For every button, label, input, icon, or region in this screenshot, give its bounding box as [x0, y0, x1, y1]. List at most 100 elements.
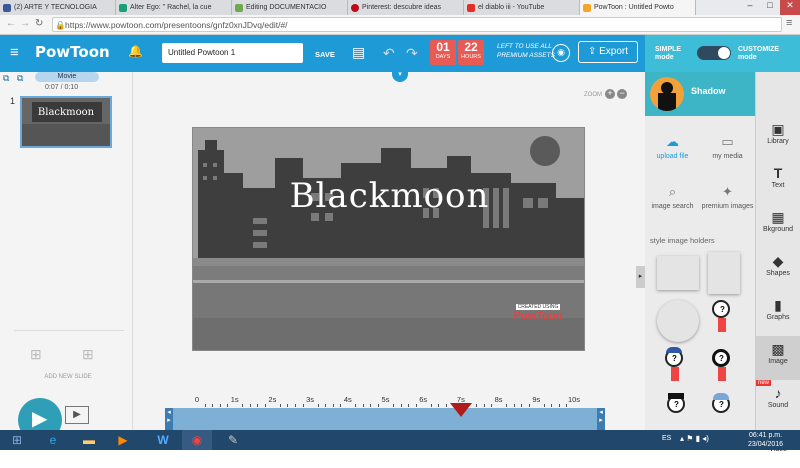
character-girl-dark-hair[interactable]: ? — [710, 347, 734, 389]
word-icon[interactable]: W — [148, 430, 178, 450]
add-new-slide-label[interactable]: ADD NEW SLIDE — [28, 374, 108, 380]
tray-icons[interactable]: ▴ ⚑ ▮ ◂) — [680, 434, 709, 443]
timeline-tick-label: 0 — [194, 395, 200, 404]
lock-icon: 🔒 — [55, 20, 66, 30]
timeline-tick-label: 5s — [381, 395, 390, 404]
url-input[interactable]: 🔒 https://www.powtoon.com/presentoons/gn… — [52, 17, 782, 32]
presentation-title-input[interactable]: Untitled Powtoon 1 — [162, 43, 303, 63]
sidebar-item-text[interactable]: T Text — [756, 160, 800, 204]
forward-arrow-icon[interactable]: → — [20, 18, 30, 29]
image-search-tile[interactable]: ⌕ image search — [645, 176, 700, 231]
document-icon[interactable]: ▤ — [352, 44, 365, 61]
timeline-minor-tick — [332, 404, 334, 407]
redo-icon[interactable]: ↷ — [406, 45, 418, 62]
start-button-icon[interactable]: ⊞ — [2, 430, 32, 450]
hamburger-menu-icon[interactable]: ≡ — [10, 44, 19, 61]
add-blank-slide-icon[interactable]: ⊞ — [82, 346, 94, 363]
image-holder-portrait[interactable] — [708, 252, 740, 294]
upload-file-tile[interactable]: ☁ upload file — [645, 126, 700, 181]
tab-label: (2) ARTE Y TECNOLOGIA — [14, 4, 97, 11]
timeline-minor-tick — [551, 404, 553, 407]
minimize-button[interactable]: – — [740, 0, 760, 15]
expand-panel-icon[interactable]: ▸ — [636, 266, 645, 288]
sidebar-item-label: Shapes — [766, 270, 790, 277]
paint-icon[interactable]: ✎ — [218, 430, 248, 450]
character-boy-spiky[interactable]: ? — [665, 393, 689, 430]
export-button[interactable]: ⇪ Export — [578, 41, 638, 63]
sidebar-item-background[interactable]: ▦ Bkground — [756, 204, 800, 248]
timeline-minor-tick — [475, 404, 477, 407]
timeline-minor-tick — [506, 404, 508, 407]
zoom-in-icon[interactable]: + — [605, 89, 615, 99]
grid-view-icon[interactable]: ⧉ — [3, 73, 9, 84]
timeline-minor-tick — [558, 404, 560, 407]
sidebar-item-library[interactable]: ▣ Library — [756, 116, 800, 160]
save-button[interactable]: SAVE — [315, 50, 335, 59]
sound-icon: ♪ — [774, 385, 782, 401]
browser-tab-active[interactable]: PowToon : Untitled Powto — [580, 0, 696, 15]
sidebar-item-image[interactable]: ▩ Image — [756, 336, 800, 380]
timeline-minor-tick — [317, 404, 319, 407]
menu-icon[interactable]: ≡ — [786, 17, 792, 29]
tab-label: Pinterest: descubre ideas — [362, 4, 441, 11]
youtube-favicon-icon — [467, 3, 475, 12]
slide-title-text[interactable]: Blackmoon — [193, 176, 584, 216]
timeline-minor-tick — [483, 404, 485, 407]
slide-canvas[interactable]: Blackmoon CREATED USING PowToon — [192, 127, 585, 351]
slide-number: 1 — [10, 96, 16, 106]
maximize-button[interactable]: □ — [760, 0, 780, 15]
export-label: Export — [599, 46, 629, 57]
timeline-minor-tick — [212, 404, 214, 407]
customize-mode-label[interactable]: CUSTOMIZE mode — [738, 46, 798, 62]
browser-tab[interactable]: (2) ARTE Y TECNOLOGIA — [0, 0, 116, 15]
character-boy-cap[interactable]: ? — [663, 347, 687, 389]
clock[interactable]: 06:41 p.m. 23/04/2016 — [748, 431, 783, 449]
language-indicator[interactable]: ES — [662, 435, 671, 442]
timeline-track[interactable]: ◂ ▸ ◂ ▸ — [165, 408, 605, 430]
browser-tab[interactable]: Editing DOCUMENTACIO — [232, 0, 348, 15]
undo-icon[interactable]: ↶ — [383, 45, 395, 62]
file-explorer-icon[interactable]: ▬ — [74, 430, 104, 450]
browser-tab[interactable]: Pinterest: descubre ideas — [348, 0, 464, 15]
background-icon: ▦ — [771, 209, 785, 225]
notification-bell-icon[interactable]: 🔔 — [128, 44, 143, 58]
browser-tab[interactable]: Alter Ego: " Rachel, la cue — [116, 0, 232, 15]
slide-thumbnail[interactable]: Blackmoon — [20, 96, 112, 148]
character-selector[interactable]: Shadow — [645, 72, 755, 116]
timeline-playhead[interactable] — [449, 403, 472, 417]
ie-icon[interactable]: e — [38, 430, 68, 450]
sidebar-item-shapes[interactable]: ◆ Shapes — [756, 248, 800, 292]
chrome-icon[interactable]: ◉ — [182, 430, 212, 450]
browser-tab[interactable]: el diablo iii - YouTube — [464, 0, 580, 15]
simple-mode-label[interactable]: SIMPLE mode — [655, 46, 695, 62]
reload-icon[interactable]: ↻ — [35, 18, 43, 29]
add-slide-icon[interactable]: ⊞ — [30, 346, 42, 363]
close-window-button[interactable]: ✕ — [780, 0, 800, 15]
sidebar-item-graphs[interactable]: ▮ Graphs — [756, 292, 800, 336]
premium-images-label: premium images — [701, 203, 754, 210]
back-arrow-icon[interactable]: ← — [6, 18, 16, 29]
movie-mode-dropdown[interactable]: Movie — [35, 72, 99, 82]
preview-slide-button[interactable]: ▶ — [65, 406, 89, 424]
timeline-minor-tick — [370, 404, 372, 407]
preview-eye-icon[interactable]: ◉ — [552, 44, 570, 62]
premium-images-tile[interactable]: ✦ premium images — [700, 176, 755, 231]
character-girl-ponytail[interactable]: ? — [710, 300, 734, 342]
timeline-next-icon[interactable]: ◂ ▸ — [597, 408, 605, 430]
timeline-minor-tick — [543, 404, 545, 407]
clock-time: 06:41 p.m. — [748, 432, 783, 439]
image-holder-rect[interactable] — [657, 256, 699, 290]
divider — [14, 330, 124, 331]
image-holder-circle[interactable] — [657, 300, 699, 342]
mode-toggle[interactable] — [697, 46, 731, 60]
powtoon-logo[interactable]: PowToon — [35, 43, 110, 61]
movie-mode-label: Movie — [57, 73, 77, 80]
timeline-prev-icon[interactable]: ◂ ▸ — [165, 408, 173, 430]
sidebar-item-sound[interactable]: new ♪ Sound — [756, 380, 800, 424]
media-player-icon[interactable]: ▶ — [108, 430, 138, 450]
list-view-icon[interactable]: ⧉ — [17, 73, 23, 84]
zoom-out-icon[interactable]: − — [617, 89, 627, 99]
my-media-tile[interactable]: ▭ my media — [700, 126, 755, 181]
premium-promo-text[interactable]: LEFT TO USE ALL PREMIUM ASSETS — [497, 42, 555, 60]
character-girl-beanie[interactable]: ? — [710, 393, 734, 430]
